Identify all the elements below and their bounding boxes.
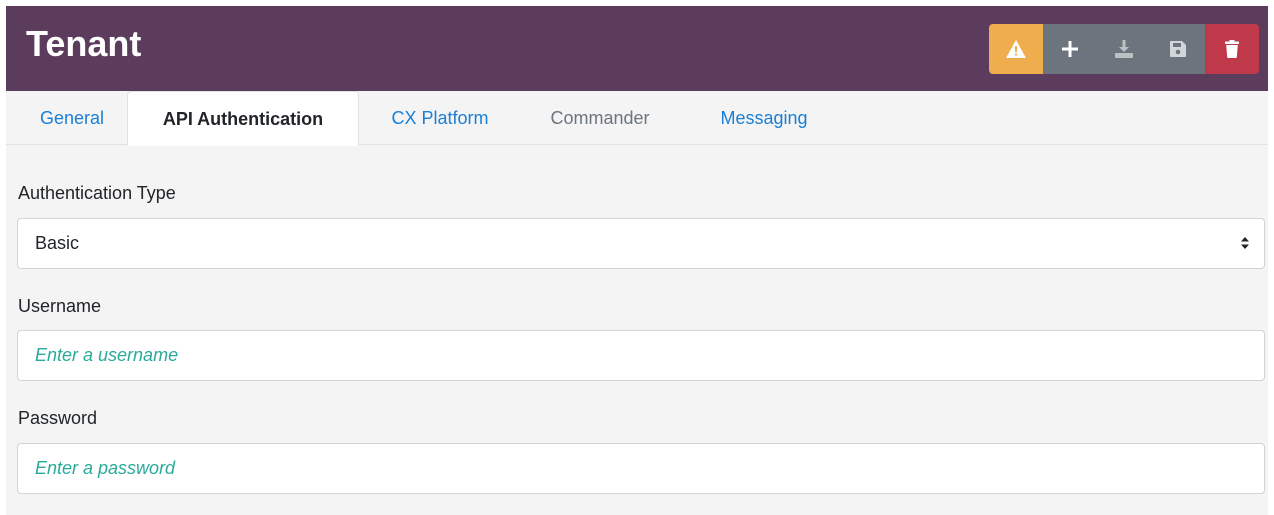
warning-button[interactable]: [989, 24, 1043, 74]
password-input[interactable]: [18, 444, 1264, 493]
delete-button[interactable]: [1205, 24, 1259, 74]
warning-icon: [1006, 40, 1026, 58]
tab-commander[interactable]: Commander: [525, 91, 675, 145]
authentication-type-value: Basic: [35, 233, 80, 253]
add-button[interactable]: [1043, 24, 1097, 74]
save-icon: [1170, 41, 1186, 57]
authentication-type-label: Authentication Type: [18, 183, 176, 203]
username-label: Username: [18, 296, 102, 316]
authentication-type-select[interactable]: Basic: [17, 218, 1265, 269]
tab-cx-platform[interactable]: CX Platform: [359, 91, 521, 145]
tab-messaging[interactable]: Messaging: [689, 91, 839, 145]
download-icon: [1115, 40, 1133, 58]
plus-icon: [1062, 41, 1078, 57]
username-field-wrapper: [17, 330, 1265, 381]
tenant-panel: Tenant General API Authentication CX Pla…: [6, 6, 1268, 515]
tab-bar: General API Authentication CX Platform C…: [6, 91, 1268, 146]
password-field-wrapper: [17, 443, 1265, 494]
header-toolbar: [989, 24, 1259, 74]
page-title: Tenant: [26, 23, 142, 64]
tab-api-authentication[interactable]: API Authentication: [127, 91, 359, 146]
tab-general[interactable]: General: [16, 91, 128, 145]
trash-icon: [1225, 40, 1239, 58]
username-input[interactable]: [18, 331, 1264, 380]
password-label: Password: [18, 408, 98, 428]
save-button[interactable]: [1151, 24, 1205, 74]
download-button[interactable]: [1097, 24, 1151, 74]
sort-caret-icon: [1240, 236, 1250, 255]
page-header: Tenant: [6, 6, 1268, 91]
